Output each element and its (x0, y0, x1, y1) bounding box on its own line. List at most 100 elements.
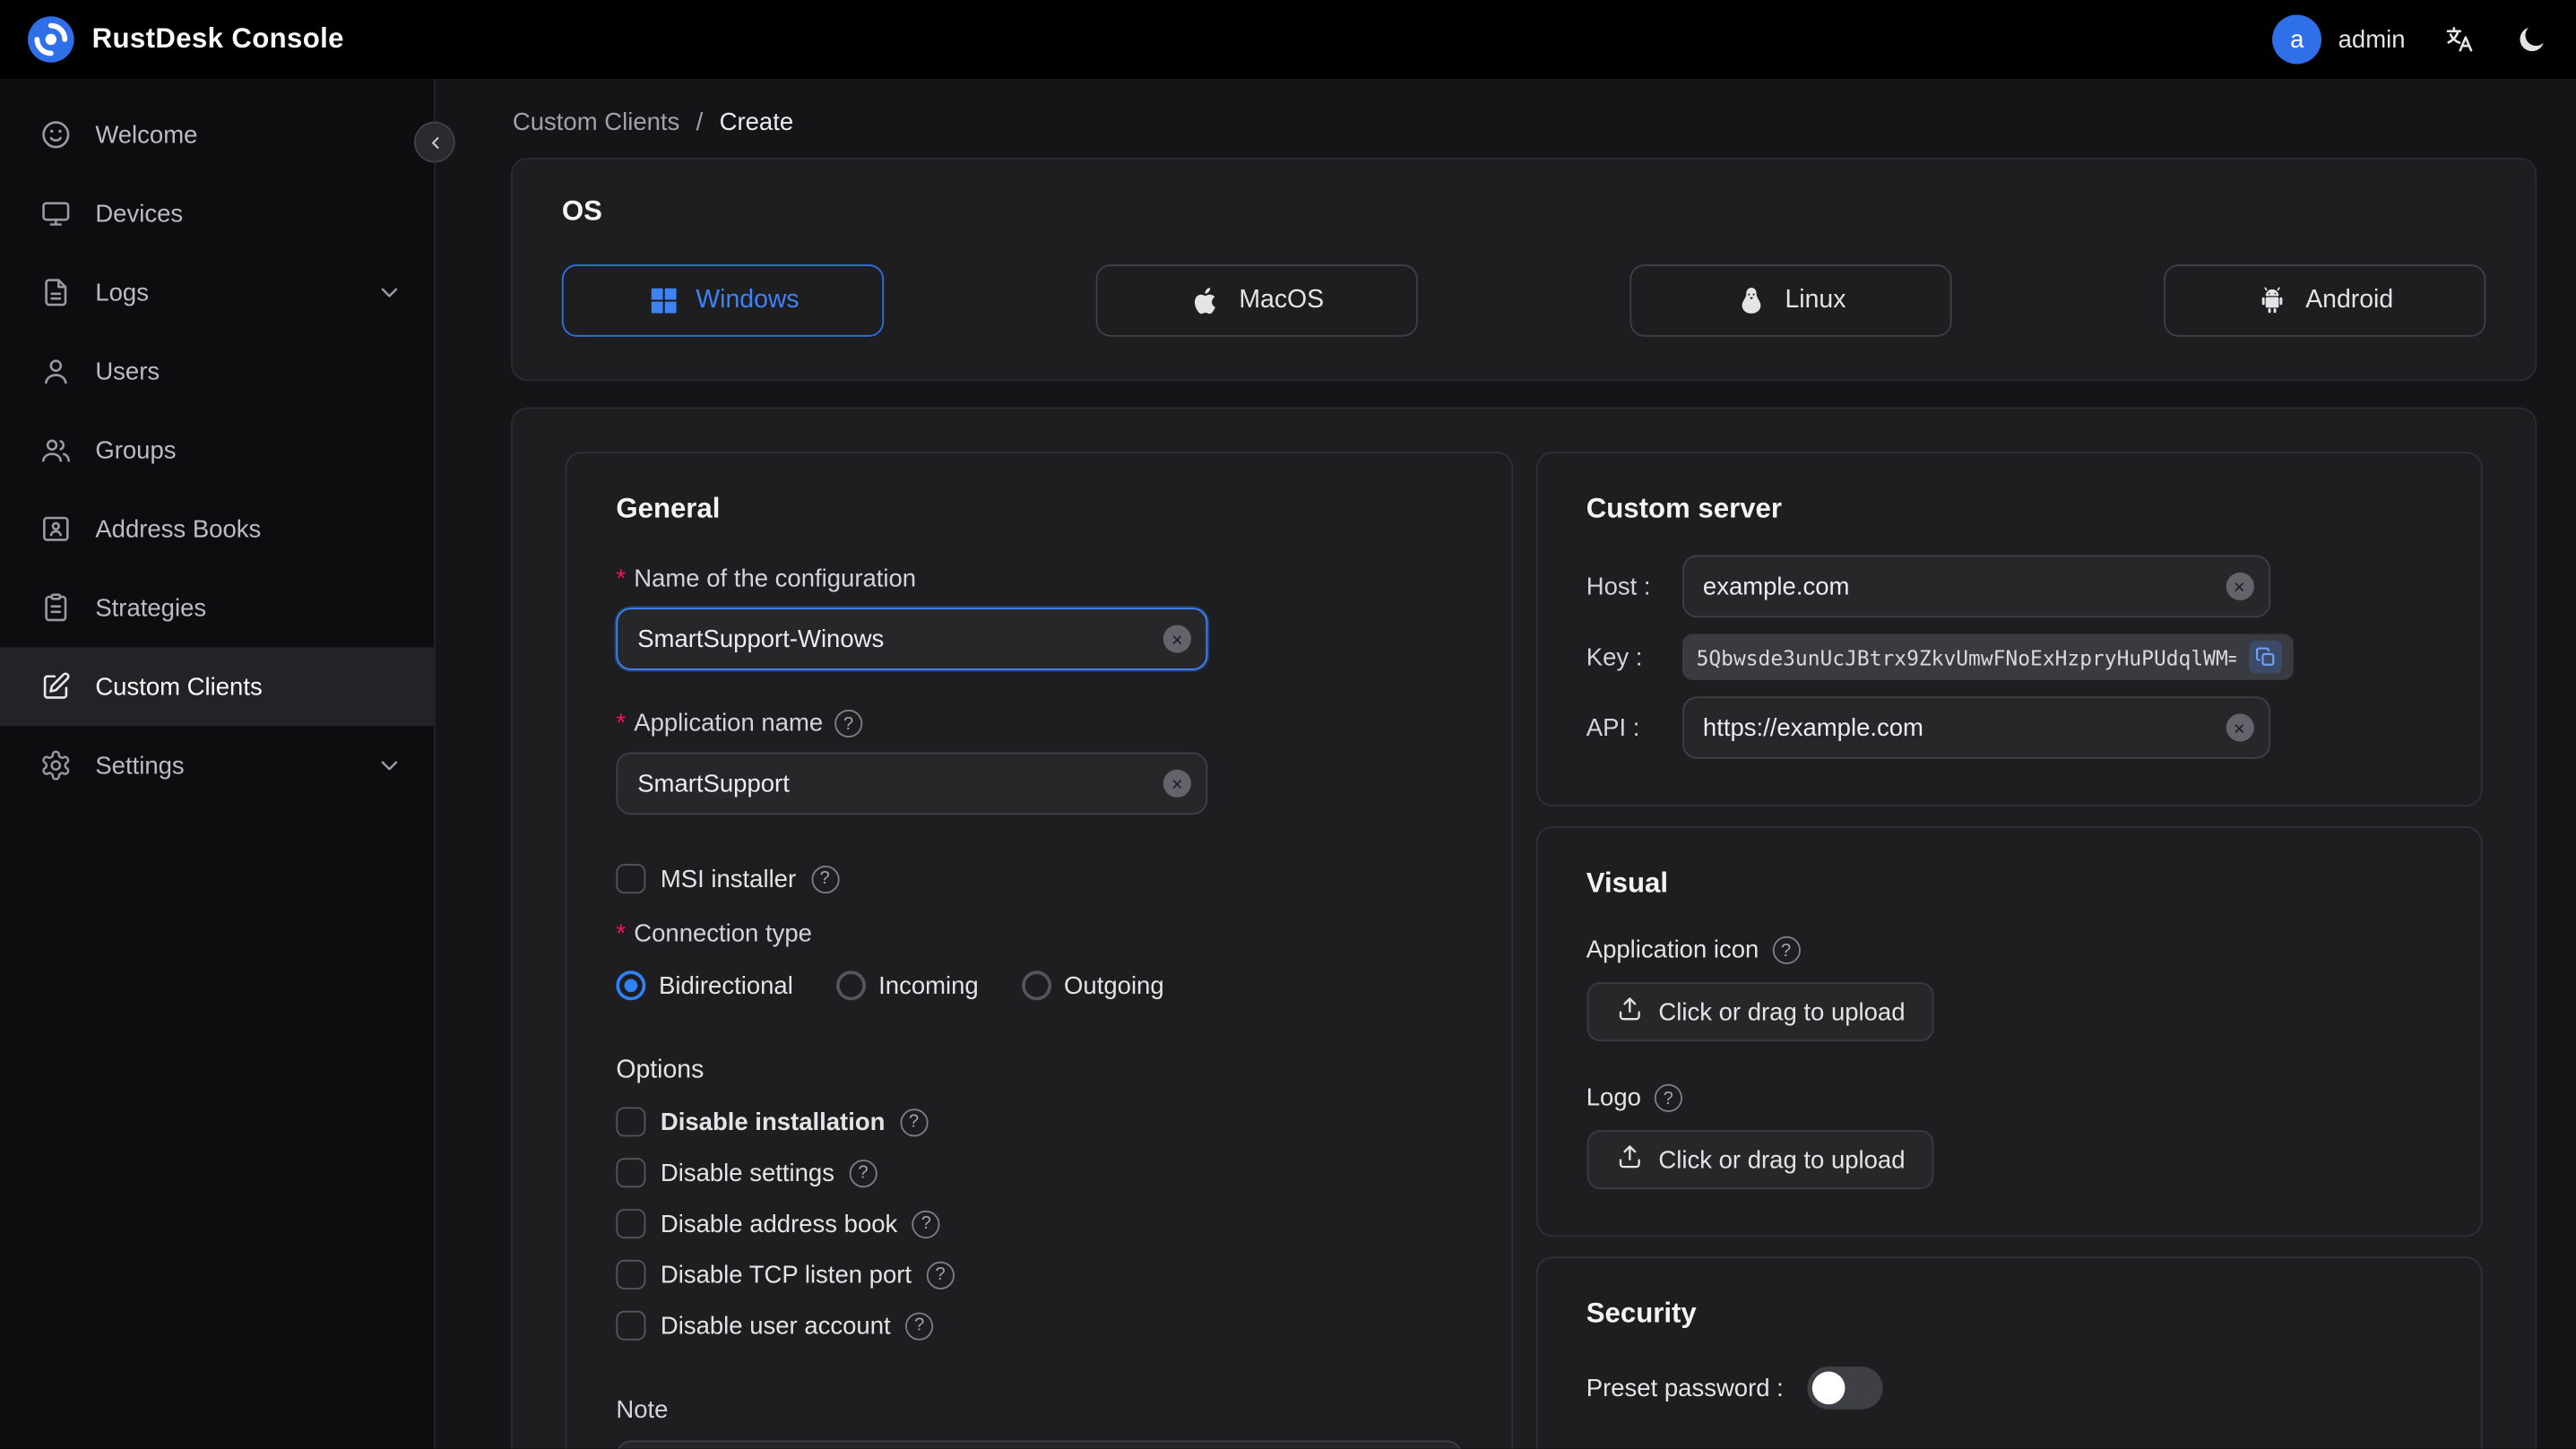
radio-bidirectional[interactable]: Bidirectional (616, 970, 793, 1001)
option-disable-address-book: Disable address book ? (616, 1209, 1461, 1239)
option-checkbox[interactable] (616, 1209, 646, 1239)
option-disable-tcp-listen-port: Disable TCP listen port ? (616, 1259, 1461, 1289)
radio-icon (616, 970, 646, 1001)
api-label: API : (1586, 713, 1640, 742)
help-icon[interactable]: ? (1772, 936, 1801, 964)
chevron-down-icon (375, 751, 404, 781)
avatar[interactable]: a (2272, 14, 2322, 65)
option-checkbox[interactable] (616, 1310, 646, 1341)
sidebar-item-welcome[interactable]: Welcome (0, 95, 434, 174)
os-button-linux[interactable]: Linux (1629, 264, 1952, 337)
sidebar-item-settings[interactable]: Settings (0, 726, 434, 805)
file-text-icon (39, 276, 73, 309)
logo-upload-button[interactable]: Click or drag to upload (1586, 1130, 1933, 1190)
sidebar: Welcome Devices Logs Users Groups Addres… (0, 78, 455, 1449)
breadcrumb: Custom Clients / Create (513, 108, 2537, 136)
name-input[interactable] (616, 608, 1208, 670)
sidebar-item-label: Strategies (95, 593, 207, 622)
os-button-macos[interactable]: MacOS (1095, 264, 1418, 337)
os-button-android[interactable]: Android (2164, 264, 2486, 337)
theme-toggle-moon-icon[interactable] (2513, 22, 2549, 57)
api-row: API : × (1586, 696, 2432, 759)
key-value: 5Qbwsde3unUcJBtrx9ZkvUmwFNoExHzpryHuPUdq… (1696, 644, 2235, 669)
sidebar-item-groups[interactable]: Groups (0, 410, 434, 489)
general-card: General * Name of the configuration × * … (565, 452, 1513, 1449)
language-icon[interactable] (2442, 22, 2477, 57)
help-icon[interactable]: ? (834, 709, 863, 738)
key-row: Key : 5Qbwsde3unUcJBtrx9ZkvUmwFNoExHzpry… (1586, 634, 2432, 680)
radio-label: Incoming (878, 971, 979, 1000)
msi-installer-label: MSI installer (660, 865, 797, 893)
help-icon[interactable]: ? (926, 1260, 955, 1289)
radio-outgoing[interactable]: Outgoing (1021, 970, 1164, 1001)
api-input[interactable] (1681, 696, 2270, 759)
sidebar-item-logs[interactable]: Logs (0, 253, 434, 332)
general-title: General (616, 492, 721, 524)
option-checkbox[interactable] (616, 1158, 646, 1188)
required-asterisk: * (616, 565, 627, 593)
topbar: RustDesk Console a admin (0, 0, 2576, 79)
connection-type-label-text: Connection type (634, 919, 812, 948)
help-icon[interactable]: ? (1654, 1083, 1682, 1112)
sidebar-item-custom-clients[interactable]: Custom Clients (0, 647, 434, 727)
android-robot-icon (2256, 284, 2289, 317)
note-label: Note (616, 1396, 669, 1425)
name-field-label: * Name of the configuration (616, 565, 1461, 593)
application-icon-upload-button[interactable]: Click or drag to upload (1586, 982, 1933, 1042)
smile-icon (39, 118, 73, 151)
sidebar-item-address-books[interactable]: Address Books (0, 489, 434, 568)
app-name-input-wrap: × (616, 752, 1208, 815)
clear-icon[interactable]: × (2225, 572, 2253, 600)
rustdesk-logo-icon (26, 14, 75, 64)
os-button-windows[interactable]: Windows (561, 264, 885, 337)
clear-icon[interactable]: × (1163, 625, 1191, 653)
option-disable-installation: Disable installation ? (616, 1107, 1461, 1137)
sidebar-item-label: Groups (95, 436, 177, 464)
option-disable-user-account: Disable user account ? (616, 1310, 1461, 1341)
logo-label: Logo ? (1586, 1083, 2432, 1112)
user-menu[interactable]: a admin (2272, 14, 2406, 65)
breadcrumb-parent[interactable]: Custom Clients (513, 108, 679, 136)
apple-icon (1189, 284, 1223, 317)
radio-incoming[interactable]: Incoming (835, 970, 979, 1001)
breadcrumb-current: Create (719, 108, 794, 137)
option-disable-settings: Disable settings ? (616, 1158, 1461, 1188)
clear-icon[interactable]: × (2225, 713, 2253, 742)
option-label: Disable installation (660, 1108, 886, 1136)
copy-icon[interactable] (2248, 640, 2282, 674)
app-name-input[interactable] (616, 752, 1208, 815)
sidebar-collapse-button[interactable] (413, 121, 455, 163)
required-asterisk: * (616, 919, 627, 948)
preset-password-toggle[interactable] (1806, 1367, 1882, 1410)
clear-icon[interactable]: × (1163, 769, 1191, 798)
host-input[interactable] (1681, 555, 2270, 618)
os-button-label: Windows (696, 285, 800, 315)
application-icon-label: Application icon ? (1586, 936, 2432, 964)
key-field: 5Qbwsde3unUcJBtrx9ZkvUmwFNoExHzpryHuPUdq… (1681, 634, 2293, 680)
radio-icon (835, 970, 866, 1001)
custom-server-card: Custom server Host : × Key : 5Qbwsde3 (1534, 452, 2483, 807)
contact-card-icon (39, 513, 73, 546)
option-checkbox[interactable] (616, 1107, 646, 1137)
api-input-wrap: × (1681, 696, 2270, 759)
help-icon[interactable]: ? (899, 1108, 929, 1136)
windows-icon (646, 284, 679, 317)
upload-icon (1614, 994, 1644, 1030)
option-checkbox[interactable] (616, 1259, 646, 1289)
help-icon[interactable]: ? (810, 865, 839, 893)
upload-button-label: Click or drag to upload (1658, 997, 1906, 1026)
msi-installer-checkbox[interactable] (616, 864, 646, 894)
note-textarea[interactable] (616, 1440, 1462, 1449)
os-button-label: MacOS (1239, 285, 1325, 315)
host-input-wrap: × (1681, 555, 2270, 618)
radio-label: Outgoing (1064, 971, 1164, 1000)
option-label: Disable TCP listen port (660, 1260, 912, 1289)
help-icon[interactable]: ? (905, 1311, 934, 1340)
brand: RustDesk Console (26, 14, 344, 64)
sidebar-item-users[interactable]: Users (0, 332, 434, 410)
monitor-icon (39, 197, 73, 230)
help-icon[interactable]: ? (849, 1159, 877, 1187)
help-icon[interactable]: ? (912, 1210, 940, 1238)
sidebar-item-devices[interactable]: Devices (0, 174, 434, 253)
sidebar-item-strategies[interactable]: Strategies (0, 568, 434, 647)
